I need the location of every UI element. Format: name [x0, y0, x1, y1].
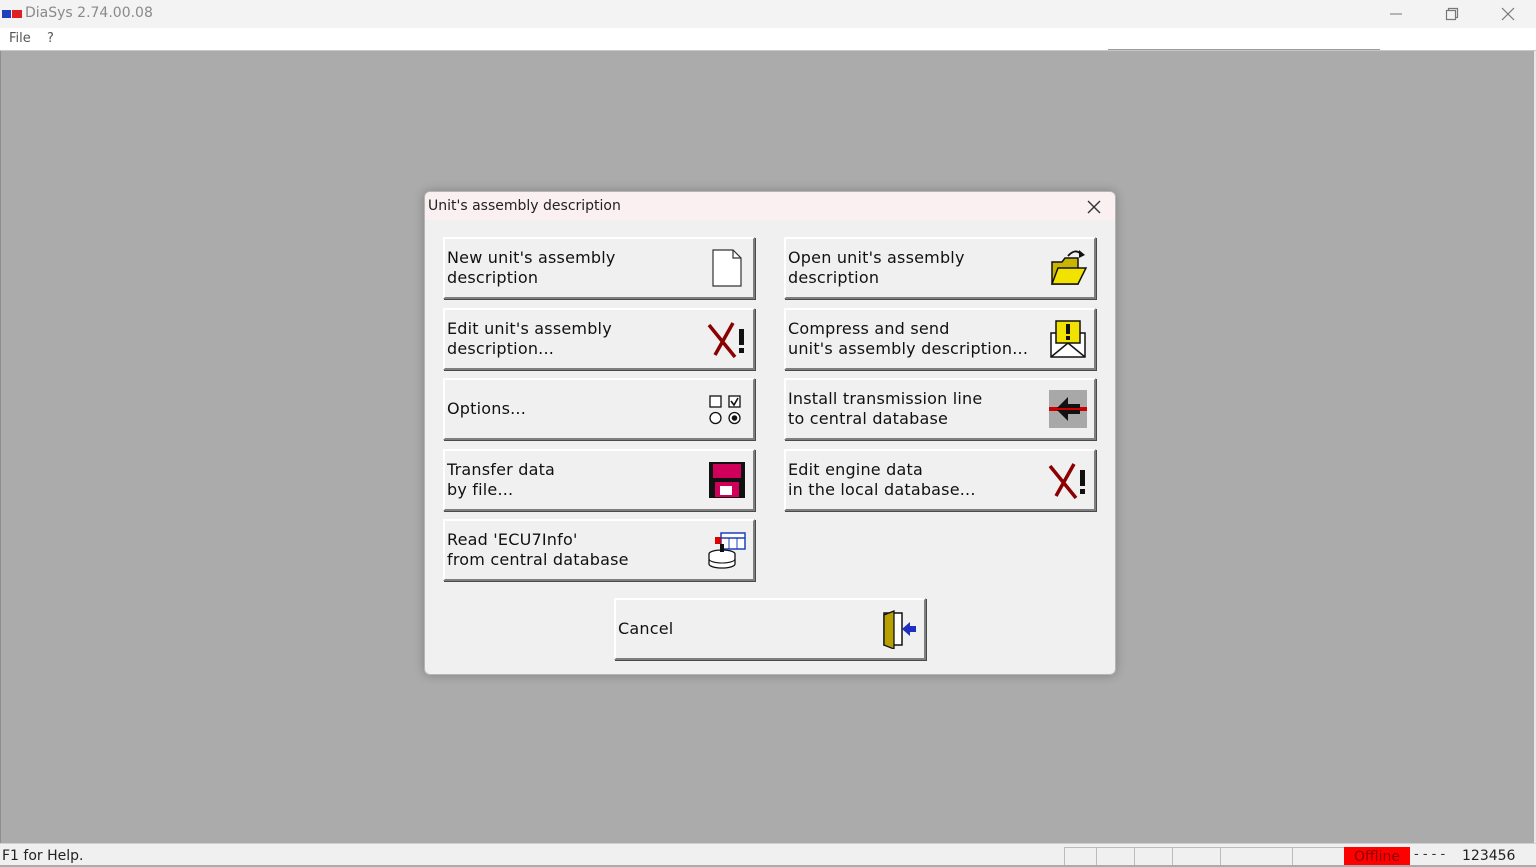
button-label: Open unit's assembly description	[788, 248, 965, 287]
dialog-title: Unit's assembly description	[428, 198, 621, 214]
menu-help[interactable]: ?	[47, 31, 54, 46]
dialog-titlebar[interactable]: Unit's assembly description	[425, 192, 1115, 220]
status-code: 123456	[1462, 848, 1516, 864]
close-icon	[1501, 7, 1515, 21]
database-read-icon	[708, 532, 746, 569]
status-help-text: F1 for Help.	[2, 848, 84, 864]
transmission-line-icon	[1049, 390, 1087, 428]
restore-button[interactable]	[1424, 0, 1480, 28]
edit-cross-icon	[707, 322, 744, 359]
floppy-disk-icon	[709, 462, 745, 498]
window-titlebar[interactable]: DiaSys 2.74.00.08	[0, 0, 1536, 28]
button-label: New unit's assembly description	[447, 248, 616, 287]
status-pane	[1064, 847, 1096, 865]
button-label: Cancel	[618, 619, 674, 638]
options-checkbox-radio-icon	[709, 395, 741, 425]
offline-status-badge: Offline	[1344, 847, 1410, 865]
status-pane	[1292, 847, 1344, 865]
compress-send-envelope-icon	[1050, 320, 1086, 358]
exit-door-icon	[883, 610, 916, 649]
status-pane	[1172, 847, 1220, 865]
transfer-data-by-file-button[interactable]: Transfer data by file...	[443, 449, 755, 511]
status-bar: F1 for Help. Offline - - - - 123456	[0, 843, 1536, 865]
menubar-divider	[1108, 49, 1380, 50]
restore-icon	[1445, 7, 1459, 21]
button-label: Options...	[447, 399, 526, 418]
read-ecu7info-button[interactable]: Read 'ECU7Info' from central database	[443, 519, 755, 581]
button-label: Install transmission line to central dat…	[788, 389, 983, 428]
close-button[interactable]	[1480, 0, 1536, 28]
status-pane	[1096, 847, 1134, 865]
menu-bar: File ?	[0, 28, 1536, 51]
button-label: Transfer data by file...	[447, 460, 556, 499]
button-label: Read 'ECU7Info' from central database	[447, 530, 629, 569]
open-folder-icon	[1050, 250, 1088, 285]
compress-send-description-button[interactable]: Compress and send unit's assembly descri…	[784, 308, 1096, 370]
edit-engine-data-button[interactable]: Edit engine data in the local database..…	[784, 449, 1096, 511]
install-transmission-line-button[interactable]: Install transmission line to central dat…	[784, 378, 1096, 440]
status-pane	[1220, 847, 1292, 865]
options-button[interactable]: Options...	[443, 378, 755, 440]
cancel-button[interactable]: Cancel	[614, 598, 926, 660]
minimize-button[interactable]	[1368, 0, 1424, 28]
minimize-icon	[1390, 13, 1402, 15]
assembly-description-dialog: Unit's assembly description New unit's a…	[424, 191, 1116, 675]
status-pane	[1134, 847, 1172, 865]
edit-cross-icon	[1048, 463, 1085, 500]
menu-file[interactable]: File	[9, 31, 31, 46]
new-assembly-description-button[interactable]: New unit's assembly description	[443, 237, 755, 299]
dialog-close-button[interactable]	[1081, 197, 1107, 217]
edit-assembly-description-button[interactable]: Edit unit's assembly description...	[443, 308, 755, 370]
button-label: Edit engine data in the local database..…	[788, 460, 976, 499]
button-label: Edit unit's assembly description...	[447, 319, 612, 358]
close-icon	[1087, 200, 1101, 214]
new-document-icon	[712, 249, 742, 287]
button-label: Compress and send unit's assembly descri…	[788, 319, 1029, 358]
app-flag-logo	[2, 10, 22, 18]
window-title: DiaSys 2.74.00.08	[25, 5, 153, 21]
open-assembly-description-button[interactable]: Open unit's assembly description	[784, 237, 1096, 299]
status-dashes: - - - -	[1414, 847, 1446, 862]
